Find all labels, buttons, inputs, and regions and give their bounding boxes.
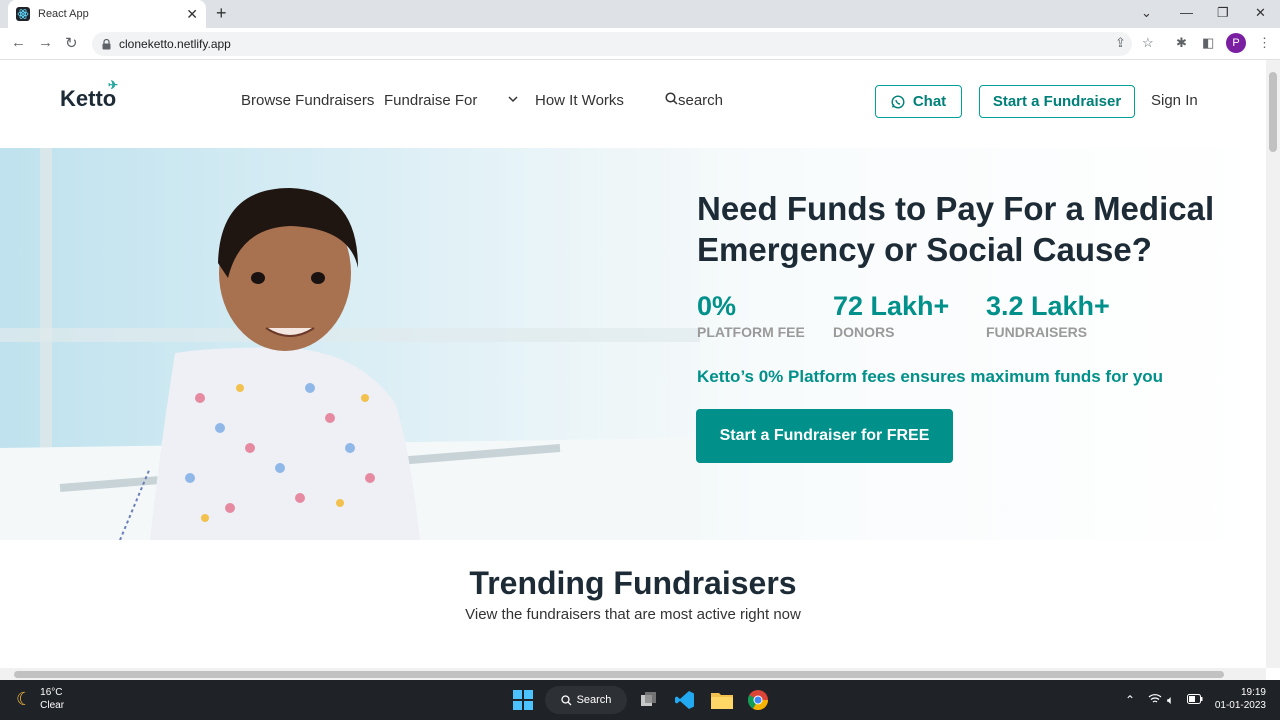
close-tab-icon[interactable]: ✕ <box>186 6 198 23</box>
stat-label: DONORS <box>833 324 895 340</box>
reload-icon[interactable]: ↻ <box>65 34 78 52</box>
browser-tab[interactable]: React App ✕ <box>8 0 206 28</box>
tray-chevron-up-icon[interactable]: ⌃ <box>1125 693 1135 707</box>
stat-value: 0% <box>697 291 737 321</box>
stat-fundraisers: 3.2 Lakh+ FUNDRAISERS <box>986 291 1110 340</box>
horizontal-scrollbar[interactable] <box>0 668 1266 680</box>
tab-title: React App <box>38 8 89 20</box>
search-icon <box>560 694 572 706</box>
nav-fundraise-for[interactable]: Fundraise For <box>384 92 477 109</box>
hero-banner: Need Funds to Pay For a Medical Emergenc… <box>0 148 1266 540</box>
vscode-icon[interactable] <box>675 690 695 715</box>
battery-icon[interactable] <box>1187 693 1203 707</box>
ketto-logo[interactable]: Ketto ✈ <box>60 78 118 112</box>
taskbar-search-button[interactable]: Search <box>545 686 627 714</box>
lock-icon <box>102 38 111 50</box>
bookmark-star-icon[interactable]: ☆ <box>1142 35 1154 51</box>
nav-browse-fundraisers[interactable]: Browse Fundraisers <box>241 92 374 109</box>
tab-search-chevron-icon[interactable]: ⌄ <box>1141 5 1152 21</box>
hero-child-photo <box>0 148 700 540</box>
hero-headline: Need Funds to Pay For a Medical Emergenc… <box>697 188 1257 270</box>
task-view-icon[interactable] <box>640 691 658 714</box>
react-favicon-icon <box>16 7 30 21</box>
clock-date: 01-01-2023 <box>1214 700 1266 711</box>
search-icon <box>665 92 678 109</box>
volume-icon[interactable]: 🔈︎ <box>1167 693 1174 708</box>
page-viewport: Ketto ✈ Browse Fundraisers Fundraise For… <box>0 60 1266 668</box>
nav-how-it-works[interactable]: How It Works <box>535 92 624 109</box>
weather-temp: 16°C <box>40 687 63 698</box>
vertical-scrollbar[interactable] <box>1266 60 1280 668</box>
stat-label: PLATFORM FEE <box>697 324 805 340</box>
weather-condition: Clear <box>40 700 65 711</box>
close-window-icon[interactable]: ✕ <box>1255 5 1266 21</box>
sign-in-link[interactable]: Sign In <box>1151 92 1198 109</box>
address-bar-row: ← → ↻ cloneketto.netlify.app ⇪ ☆ ✱ ◧ P ⋮ <box>0 28 1280 60</box>
chrome-icon[interactable] <box>748 690 768 715</box>
url-input[interactable]: cloneketto.netlify.app <box>92 32 1132 56</box>
trending-title: Trending Fundraisers <box>469 565 797 601</box>
clock-time: 19:19 <box>1240 687 1266 698</box>
new-tab-icon[interactable]: + <box>216 3 227 24</box>
stat-value: 3.2 Lakh+ <box>986 291 1110 321</box>
share-icon[interactable]: ⇪ <box>1115 35 1126 51</box>
start-fundraiser-button[interactable]: Start a Fundraiser <box>979 85 1135 118</box>
vertical-scroll-thumb[interactable] <box>1269 72 1277 152</box>
search-label: search <box>678 92 724 109</box>
whatsapp-icon <box>891 94 905 109</box>
start-fundraiser-free-button[interactable]: Start a Fundraiser for FREE <box>696 409 953 463</box>
stat-platform-fee: 0% PLATFORM FEE <box>697 291 805 340</box>
extensions-icon[interactable]: ✱ <box>1176 35 1187 51</box>
url-text: cloneketto.netlify.app <box>119 37 231 51</box>
forward-icon[interactable]: → <box>38 34 53 51</box>
stat-donors: 72 Lakh+ DONORS <box>833 291 949 340</box>
maximize-icon[interactable]: ❐ <box>1217 5 1229 21</box>
search-link[interactable]: search <box>665 92 723 109</box>
browser-tab-bar: React App ✕ + ⌄ — ❐ ✕ <box>0 0 1280 28</box>
stat-value: 72 Lakh+ <box>833 291 950 321</box>
chevron-down-icon[interactable] <box>508 94 518 106</box>
headline-line-1: Need Funds to Pay For a Medical <box>697 190 1215 227</box>
back-icon[interactable]: ← <box>11 34 26 51</box>
moon-icon: ☾ <box>16 688 33 709</box>
logo-bird-icon: ✈ <box>108 78 119 92</box>
taskbar-clock[interactable]: 19:19 01-01-2023 <box>1212 686 1266 712</box>
stat-label: FUNDRAISERS <box>986 324 1088 340</box>
side-panel-icon[interactable]: ◧ <box>1202 35 1214 51</box>
taskbar-search-label: Search <box>576 694 612 706</box>
hero-tagline: Ketto’s 0% Platform fees ensures maximum… <box>697 367 1164 386</box>
weather-widget[interactable]: ☾ 16°C Clear <box>16 687 64 711</box>
chat-button[interactable]: Chat <box>875 85 962 118</box>
browser-menu-icon[interactable]: ⋮ <box>1258 35 1271 51</box>
trending-subtitle: View the fundraisers that are most activ… <box>465 606 801 623</box>
headline-line-2: Emergency or Social Cause? <box>697 231 1152 268</box>
chat-label: Chat <box>912 93 947 110</box>
minimize-icon[interactable]: — <box>1180 5 1193 20</box>
horizontal-scroll-thumb[interactable] <box>14 671 1224 678</box>
file-explorer-icon[interactable] <box>711 691 733 714</box>
windows-taskbar: ☾ 16°C Clear Search ⌃ 🔈︎ 19:19 01-01-202… <box>0 680 1280 720</box>
wifi-icon[interactable] <box>1148 693 1162 707</box>
profile-avatar[interactable]: P <box>1226 33 1246 53</box>
windows-start-icon[interactable] <box>513 690 533 715</box>
